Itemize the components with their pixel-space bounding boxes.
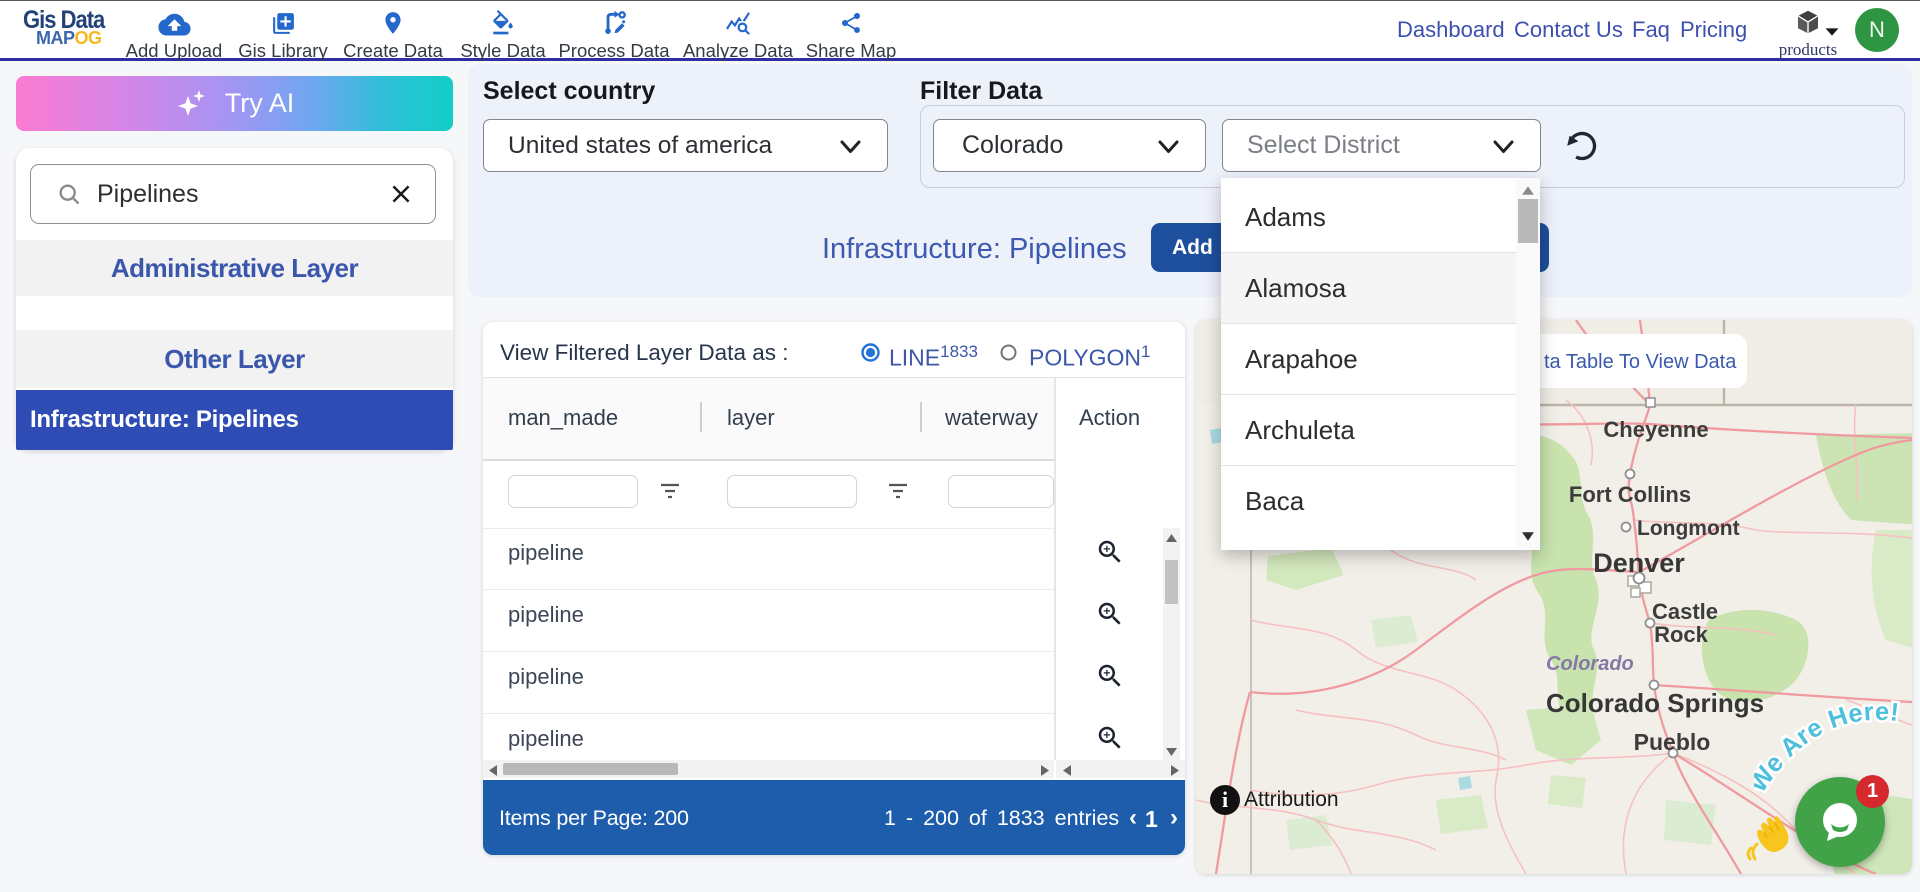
svg-text:Denver: Denver [1593,548,1685,578]
svg-text:Colorado Springs: Colorado Springs [1546,688,1764,718]
svg-text:Fort Collins: Fort Collins [1569,482,1691,507]
svg-text:Colorado: Colorado [1546,653,1634,675]
svg-text:Castle: Castle [1652,599,1718,624]
svg-text:Longmont: Longmont [1637,517,1740,540]
svg-text:Pueblo: Pueblo [1634,729,1711,755]
svg-text:Cheyenne: Cheyenne [1603,417,1708,442]
svg-text:Rock: Rock [1654,622,1709,647]
